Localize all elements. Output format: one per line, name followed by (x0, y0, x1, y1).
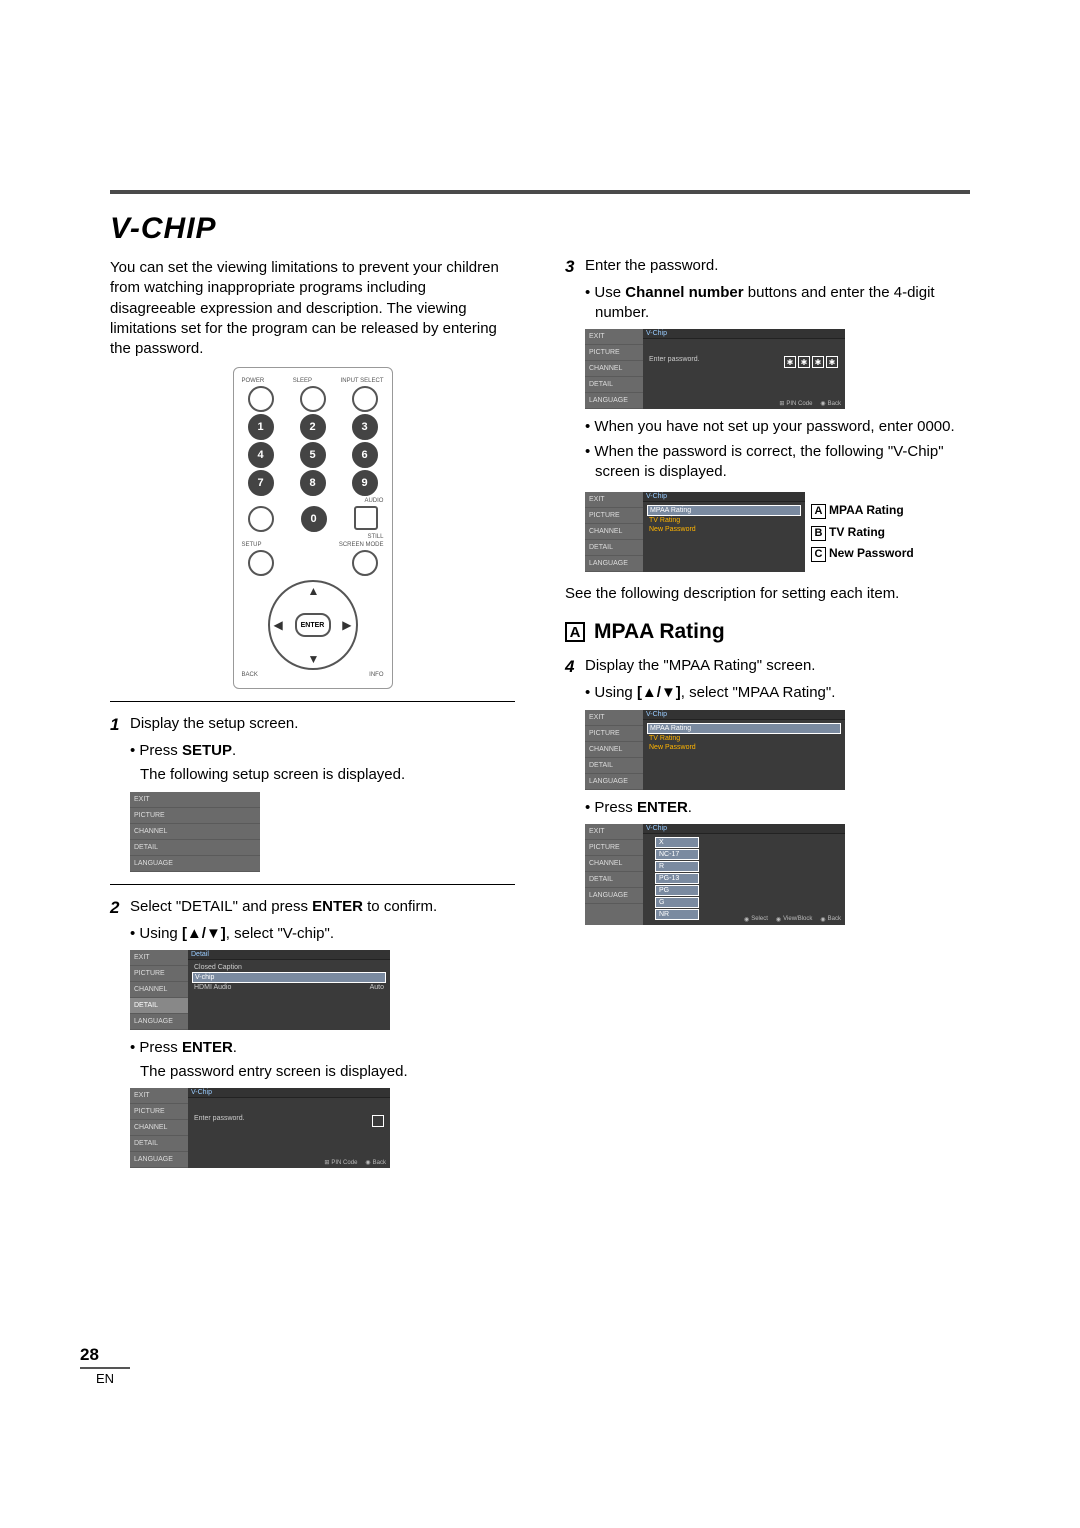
osd-item: CHANNEL (130, 824, 260, 840)
step-number: 1 (110, 714, 124, 737)
label-power: POWER (242, 378, 265, 384)
callout-c: CNew Password (811, 543, 914, 565)
password-stars: ✱✱✱✱ (783, 356, 839, 368)
step-3: 3 Enter the password. (565, 256, 970, 279)
page-content: V-CHIP You can set the viewing limitatio… (110, 190, 970, 1176)
osd-item: EXIT (130, 792, 260, 808)
osd-password-filled: EXIT PICTURE CHANNEL DETAIL LANGUAGE V-C… (585, 329, 845, 409)
step-4: 4 Display the "MPAA Rating" screen. (565, 656, 970, 679)
step3b-bullet1: • When you have not set up your password… (585, 417, 970, 437)
num-6: 6 (352, 442, 378, 468)
num-9: 9 (352, 470, 378, 496)
section-a-heading: A MPAA Rating (565, 620, 970, 644)
num-1: 1 (248, 414, 274, 440)
osd-item: DETAIL (130, 840, 260, 856)
label-sleep: SLEEP (293, 378, 312, 384)
label-info: INFO (369, 672, 383, 678)
step2-bullet1: • Using [▲/▼], select "V-chip". (130, 924, 515, 944)
step3-bullet1: • Use Channel number buttons and enter t… (585, 283, 970, 324)
divider (110, 884, 515, 885)
osd-setup-screen: EXIT PICTURE CHANNEL DETAIL LANGUAGE (130, 792, 260, 872)
page-lang: EN (96, 1371, 130, 1386)
num-3: 3 (352, 414, 378, 440)
remote-top-labels: POWER SLEEP INPUT SELECT (242, 378, 384, 384)
intro-text: You can set the viewing limitations to p… (110, 258, 515, 359)
callout-a: AMPAA Rating (811, 500, 914, 522)
step-text: Display the setup screen. (130, 714, 298, 737)
step4b-bullet1: • Press ENTER. (585, 798, 970, 818)
num-4: 4 (248, 442, 274, 468)
label-audio: AUDIO (364, 498, 383, 504)
label-back: BACK (242, 672, 258, 678)
divider (110, 701, 515, 702)
osd-item: LANGUAGE (130, 856, 260, 872)
num-0: 0 (301, 506, 327, 532)
osd-item: PICTURE (130, 808, 260, 824)
step3b-bullet2: • When the password is correct, the foll… (585, 442, 970, 483)
num-8: 8 (300, 470, 326, 496)
foot-back: ◉ Back (365, 1159, 386, 1166)
step-2: 2 Select "DETAIL" and press ENTER to con… (110, 897, 515, 920)
step-text: Enter the password. (585, 256, 718, 279)
osd-mpaa-ratings: EXIT PICTURE CHANNEL DETAIL LANGUAGE V-C… (585, 824, 845, 925)
step-number: 4 (565, 656, 579, 679)
step4-bullet1: • Using [▲/▼], select "MPAA Rating". (585, 683, 970, 703)
vchip-menu-with-callouts: EXIT PICTURE CHANNEL DETAIL LANGUAGE V-C… (585, 486, 970, 580)
label-input: INPUT SELECT (341, 378, 384, 384)
step-text: Display the "MPAA Rating" screen. (585, 656, 815, 679)
enter-button: ENTER (295, 613, 331, 637)
audio-button (354, 506, 378, 530)
num-7: 7 (248, 470, 274, 496)
step-text: Select "DETAIL" and press ENTER to confi… (130, 897, 437, 920)
section-title: V-CHIP (110, 212, 515, 246)
two-column-layout: V-CHIP You can set the viewing limitatio… (110, 212, 970, 1176)
left-column: V-CHIP You can set the viewing limitatio… (110, 212, 515, 1176)
num-2: 2 (300, 414, 326, 440)
osd-detail-screen: EXIT PICTURE CHANNEL DETAIL LANGUAGE Det… (130, 950, 390, 1030)
osd-password-screen: EXIT PICTURE CHANNEL DETAIL LANGUAGE V-C… (130, 1088, 390, 1168)
label-setup: SETUP (242, 542, 262, 548)
label-screen: SCREEN MODE (339, 542, 384, 548)
step-number: 3 (565, 256, 579, 279)
foot-pincode: ⊞ PIN Code (324, 1159, 357, 1166)
osd-mpaa-select: EXIT PICTURE CHANNEL DETAIL LANGUAGE V-C… (585, 710, 845, 790)
rating-list: X NC-17 R PG-13 PG G NR (655, 837, 841, 920)
remote-control-diagram: POWER SLEEP INPUT SELECT 123 456 7 8 9 A… (233, 367, 393, 689)
step2b-text2: The password entry screen is displayed. (140, 1062, 515, 1082)
top-rule (110, 190, 970, 194)
page-number: 28 (80, 1345, 130, 1365)
label-still: STILL (367, 534, 383, 540)
password-entry-box (372, 1115, 384, 1127)
step-1: 1 Display the setup screen. (110, 714, 515, 737)
dpad: ▲ ▼ ◀ ▶ ENTER (268, 580, 358, 670)
right-column: 3 Enter the password. • Use Channel numb… (565, 212, 970, 1176)
step2b-bullet1: • Press ENTER. (130, 1038, 515, 1058)
see-description: See the following description for settin… (565, 584, 970, 604)
step-number: 2 (110, 897, 124, 920)
num-5: 5 (300, 442, 326, 468)
step1-text2: The following setup screen is displayed. (140, 765, 515, 785)
page-footer: 28 EN (80, 1345, 130, 1386)
callout-b: BTV Rating (811, 522, 914, 544)
step1-bullet1: • Press SETUP. (130, 741, 515, 761)
